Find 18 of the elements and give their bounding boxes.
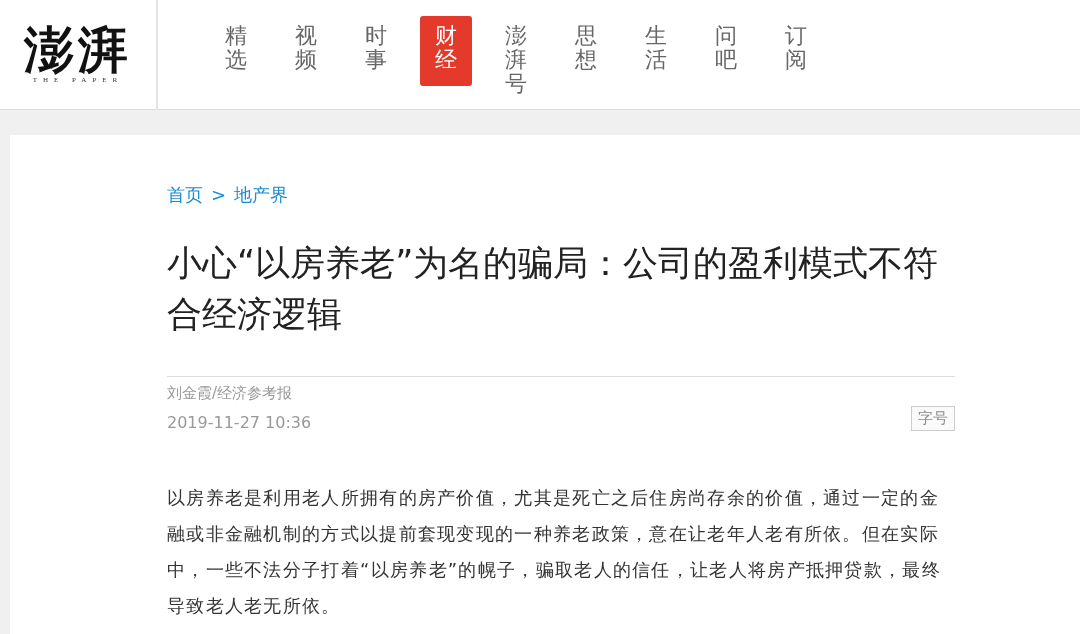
nav-tab[interactable]: 订阅 [770, 16, 822, 86]
article-title: 小心“以房养老”为名的骗局：公司的盈利模式不符合经济逻辑 [167, 242, 940, 336]
breadcrumb-separator: > [211, 183, 227, 207]
font-size-button[interactable]: 字号 [911, 406, 955, 431]
publish-date: 2019-11-27 10:36 [167, 411, 312, 434]
logo[interactable]: 澎湃 [24, 24, 132, 75]
nav-tab[interactable]: 澎湃号 [490, 16, 542, 97]
breadcrumb-link[interactable]: 地产界 [234, 181, 289, 208]
breadcrumb-link[interactable]: 首页 [167, 181, 203, 208]
article-paragraph: 以房养老是利用老人所拥有的房产价值，尤其是死亡之后住房尚存余的价值，通过一定的金融或非金融机制的方式以提前套现变现的一种养老政策，意在让老年人老有所依。但在实际中，一些不法分子打着“以房养老”的幌子，骗取老人的信任，让老人将房产抵押贷款，最终导致老人老无所依。 [167, 485, 942, 618]
nav-tab[interactable]: 精选 [210, 16, 262, 86]
nav-tab[interactable]: 生活 [630, 16, 682, 86]
nav-tab[interactable]: 时事 [350, 16, 402, 86]
author-source: 刘金霞/经济参考报 [167, 383, 294, 404]
nav-tab[interactable]: 问吧 [700, 16, 752, 86]
nav-tab[interactable]: 财经 [420, 16, 472, 86]
nav-tab[interactable]: 思想 [560, 16, 612, 86]
nav-tab[interactable]: 视频 [280, 16, 332, 86]
